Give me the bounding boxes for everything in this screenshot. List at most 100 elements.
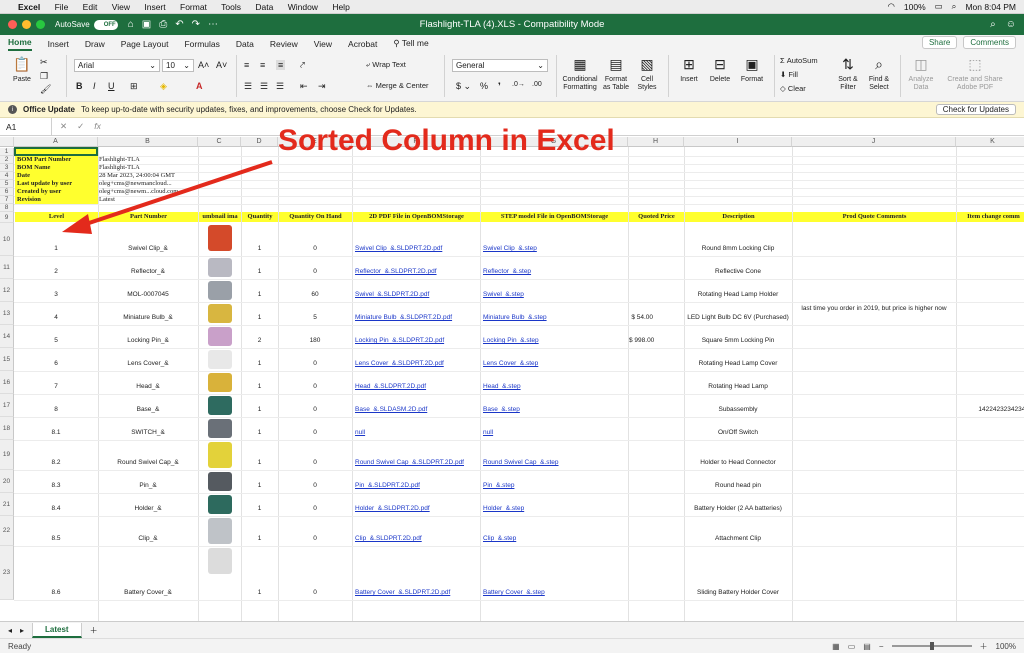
cut-icon[interactable]: ✂ xyxy=(40,57,48,68)
page-break-icon[interactable]: ▤ xyxy=(863,642,871,651)
column-title[interactable]: Quantity xyxy=(242,212,278,222)
battery-icon[interactable]: ▭ xyxy=(935,1,943,12)
column-title[interactable]: STEP model File in OpenBOMStorage xyxy=(481,212,628,222)
pdf-link-cell[interactable]: Clip_&.SLDPRT.2D.pdf xyxy=(353,534,479,543)
fx-icon[interactable]: fx xyxy=(94,121,101,132)
merge-center-button[interactable]: ⇔ Merge & Center xyxy=(366,81,429,90)
tab-draw[interactable]: Draw xyxy=(85,39,105,51)
row-header[interactable]: 8 xyxy=(0,204,14,212)
active-cell[interactable] xyxy=(14,147,98,156)
zoom-slider[interactable] xyxy=(891,642,972,650)
pdf-link-cell[interactable]: Swivel Clip_&.SLDPRT.2D.pdf xyxy=(353,244,479,253)
paste-button[interactable]: 📋 Paste xyxy=(8,54,36,84)
pdf-link-cell[interactable]: null xyxy=(353,428,479,437)
comma-icon[interactable]: ❜ xyxy=(498,81,501,92)
menu-view[interactable]: View xyxy=(112,2,130,12)
undo-icon[interactable]: ↶ xyxy=(175,19,183,30)
row-header[interactable]: 6 xyxy=(0,188,14,196)
row-header[interactable]: 9 xyxy=(0,212,14,223)
step-link-cell[interactable]: Miniature Bulb_&.step xyxy=(481,313,627,322)
redo-icon[interactable]: ↷ xyxy=(192,19,200,30)
delete-cells-button[interactable]: ⊟ Delete xyxy=(707,54,733,84)
wrap-text-button[interactable]: ⤶ Wrap Text xyxy=(366,60,406,70)
home-icon[interactable]: ⌂ xyxy=(128,19,134,30)
scroll-left-icon[interactable]: ◂ xyxy=(8,626,12,635)
decrease-decimal-icon[interactable]: .00 xyxy=(532,81,542,88)
tab-view[interactable]: View xyxy=(314,39,332,51)
pdf-link-cell[interactable]: Head_&.SLDPRT.2D.pdf xyxy=(353,382,479,391)
step-link-cell[interactable]: null xyxy=(481,428,627,437)
step-link-cell[interactable]: Clip_&.step xyxy=(481,534,627,543)
orientation-icon[interactable]: ⤤ xyxy=(300,60,305,71)
column-header[interactable]: A xyxy=(14,137,98,147)
column-header[interactable]: D xyxy=(241,137,278,147)
column-title[interactable]: Quantity On Hand xyxy=(279,212,352,222)
menu-tools[interactable]: Tools xyxy=(221,2,241,12)
row-header[interactable]: 21 xyxy=(0,493,14,516)
increase-decimal-icon[interactable]: .0→ xyxy=(512,81,525,88)
column-header[interactable]: K xyxy=(956,137,1024,147)
tab-formulas[interactable]: Formulas xyxy=(184,39,219,51)
tab-acrobat[interactable]: Acrobat xyxy=(348,39,377,51)
fill-button[interactable]: ⬇ Fill xyxy=(780,70,798,79)
indent-increase-icon[interactable]: ⇥ xyxy=(318,81,326,92)
conditional-formatting-button[interactable]: ▦ Conditional Formatting xyxy=(560,54,600,92)
name-box[interactable]: A1 xyxy=(0,118,52,135)
insert-cells-button[interactable]: ⊞ Insert xyxy=(676,54,702,84)
more-icon[interactable]: ⋯ xyxy=(208,19,218,30)
tab-home[interactable]: Home xyxy=(8,37,32,51)
format-as-table-button[interactable]: ▤ Format as Table xyxy=(601,54,631,92)
align-center-icon[interactable]: ☰ xyxy=(260,81,268,92)
row-header[interactable]: 13 xyxy=(0,302,14,325)
step-link-cell[interactable]: Round Swivel Cap_&.step xyxy=(481,458,627,467)
font-name-select[interactable]: Arial ⌄ xyxy=(74,59,160,72)
font-size-select[interactable]: 10 ⌄ xyxy=(162,59,194,72)
comments-button[interactable]: Comments xyxy=(963,36,1016,49)
step-link-cell[interactable]: Reflector_&.step xyxy=(481,267,627,276)
row-header[interactable]: 22 xyxy=(0,516,14,546)
share-button[interactable]: Share xyxy=(921,36,958,49)
cell-styles-button[interactable]: ▧ Cell Styles xyxy=(634,54,660,92)
analyze-data-button[interactable]: ◫ Analyze Data xyxy=(906,54,936,92)
save-icon[interactable]: ▣ xyxy=(142,19,151,30)
row-header[interactable]: 11 xyxy=(0,256,14,279)
wifi-icon[interactable]: ◠ xyxy=(887,1,894,12)
row-header[interactable]: 12 xyxy=(0,279,14,302)
column-title[interactable]: umbnail ima xyxy=(199,212,241,222)
tab-page-layout[interactable]: Page Layout xyxy=(121,39,169,51)
check-updates-button[interactable]: Check for Updates xyxy=(935,104,1016,115)
row-header[interactable]: 4 xyxy=(0,172,14,180)
row-header[interactable]: 5 xyxy=(0,180,14,188)
column-title[interactable]: Item change comm xyxy=(957,212,1024,222)
pdf-link-cell[interactable]: Locking Pin_&.SLDPRT.2D.pdf xyxy=(353,336,479,345)
borders-icon[interactable]: ⊞ xyxy=(130,81,138,92)
pdf-link-cell[interactable]: Battery Cover_&.SLDPRT.2D.pdf xyxy=(353,588,479,597)
sheet-tab-latest[interactable]: Latest xyxy=(32,622,82,638)
row-header[interactable]: 19 xyxy=(0,440,14,470)
sort-filter-button[interactable]: ⇅ Sort & Filter xyxy=(834,54,862,92)
find-select-button[interactable]: ⌕ Find & Select xyxy=(864,54,894,92)
align-right-icon[interactable]: ☰ xyxy=(276,81,284,92)
align-top-icon[interactable]: ≡ xyxy=(244,60,249,70)
percent-icon[interactable]: % xyxy=(480,81,488,91)
bold-button[interactable]: B xyxy=(76,81,83,91)
zoom-thumb[interactable] xyxy=(929,642,934,650)
zoom-window-button[interactable] xyxy=(36,20,45,29)
close-window-button[interactable] xyxy=(8,20,17,29)
fill-color-icon[interactable]: ◈ xyxy=(160,81,167,92)
autosave-toggle[interactable]: OFF xyxy=(93,19,118,30)
menu-format[interactable]: Format xyxy=(180,2,207,12)
column-title[interactable]: Part Number xyxy=(99,212,198,222)
menu-file[interactable]: File xyxy=(55,2,69,12)
column-title[interactable]: Level xyxy=(15,212,98,222)
pdf-link-cell[interactable]: Holder_&.SLDPRT.2D.pdf xyxy=(353,504,479,513)
currency-icon[interactable]: $ ⌄ xyxy=(456,81,471,92)
row-header[interactable]: 18 xyxy=(0,417,14,440)
column-title[interactable]: Description xyxy=(685,212,792,222)
row-header[interactable]: 16 xyxy=(0,371,14,394)
grow-font-icon[interactable]: A˄ xyxy=(198,60,209,70)
row-header[interactable]: 1 xyxy=(0,148,14,156)
row-header[interactable]: 3 xyxy=(0,164,14,172)
pdf-link-cell[interactable]: Reflector_&.SLDPRT.2D.pdf xyxy=(353,267,479,276)
menu-window[interactable]: Window xyxy=(288,2,318,12)
